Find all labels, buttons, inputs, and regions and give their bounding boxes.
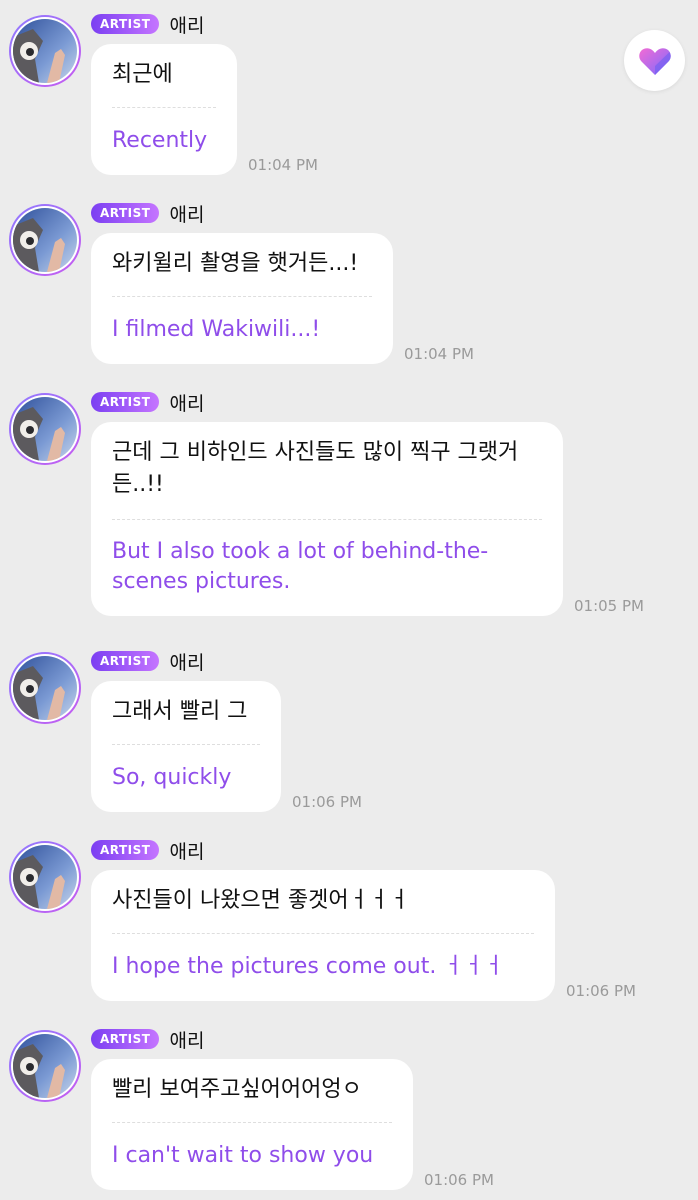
avatar[interactable]: [9, 652, 81, 724]
message-item: ARTIST 애리 빨리 보여주고싶어어어엉ㅇ I can't wait to …: [0, 1015, 698, 1200]
message-bubble[interactable]: 빨리 보여주고싶어어어엉ㅇ I can't wait to show you: [91, 1059, 413, 1190]
artist-badge: ARTIST: [91, 392, 160, 412]
timestamp: 01:04 PM: [248, 156, 318, 174]
avatar[interactable]: [9, 204, 81, 276]
timestamp: 01:04 PM: [404, 345, 474, 363]
original-text: 그래서 빨리 그: [112, 699, 248, 724]
timestamp: 01:06 PM: [424, 1171, 494, 1189]
message-bubble[interactable]: 와키윌리 촬영을 햇거든...! I filmed Wakiwili...!: [91, 233, 393, 364]
translation-divider: [112, 519, 542, 520]
avatar-photo: [13, 19, 77, 83]
sender-name: 애리: [169, 651, 205, 674]
avatar[interactable]: [9, 393, 81, 465]
chat-screen: ARTIST 애리 최근에 Recently 01:04 PM ARTIST 애…: [0, 0, 698, 1200]
sender-row: ARTIST 애리: [91, 839, 205, 863]
translation-text: Recently: [112, 128, 208, 153]
avatar-photo: [13, 845, 77, 909]
timestamp: 01:06 PM: [566, 982, 636, 1000]
avatar[interactable]: [9, 15, 81, 87]
translation-text: I hope the pictures come out. ㅓㅓㅓ: [112, 954, 505, 979]
translation-text: So, quickly: [112, 765, 232, 790]
original-text: 와키윌리 촬영을 햇거든...!: [112, 251, 359, 276]
sender-row: ARTIST 애리: [91, 650, 205, 674]
avatar[interactable]: [9, 1030, 81, 1102]
avatar-photo: [13, 208, 77, 272]
sender-row: ARTIST 애리: [91, 391, 205, 415]
message-item: ARTIST 애리 그래서 빨리 그 So, quickly 01:06 PM: [0, 637, 698, 827]
sender-name: 애리: [169, 840, 205, 863]
message-bubble[interactable]: 최근에 Recently: [91, 44, 237, 175]
sender-name: 애리: [169, 392, 205, 415]
translation-text-line: scenes pictures.: [112, 569, 291, 594]
message-bubble[interactable]: 근데 그 비하인드 사진들도 많이 찍구 그랫거 든..!! But I als…: [91, 422, 563, 616]
heart-icon: [638, 47, 671, 75]
translation-text: I filmed Wakiwili...!: [112, 317, 321, 342]
artist-badge: ARTIST: [91, 1029, 160, 1049]
translation-text: I can't wait to show you: [112, 1143, 374, 1168]
translation-divider: [112, 296, 372, 297]
message-item: ARTIST 애리 와키윌리 촬영을 햇거든...! I filmed Waki…: [0, 189, 698, 379]
artist-badge: ARTIST: [91, 840, 160, 860]
original-text: 사진들이 나왔으면 좋겟어ㅓㅓㅓ: [112, 888, 410, 913]
translation-divider: [112, 1122, 392, 1123]
message-item: ARTIST 애리 근데 그 비하인드 사진들도 많이 찍구 그랫거 든..!!…: [0, 378, 698, 628]
original-text-line: 근데 그 비하인드 사진들도 많이 찍구 그랫거: [112, 440, 519, 465]
heart-button[interactable]: [624, 30, 685, 91]
sender-row: ARTIST 애리: [91, 13, 205, 37]
artist-badge: ARTIST: [91, 203, 160, 223]
message-item: ARTIST 애리 사진들이 나왔으면 좋겟어ㅓㅓㅓ I hope the pi…: [0, 826, 698, 1016]
translation-divider: [112, 107, 216, 108]
sender-row: ARTIST 애리: [91, 202, 205, 226]
artist-badge: ARTIST: [91, 14, 160, 34]
original-text: 최근에: [112, 62, 173, 87]
translation-divider: [112, 744, 260, 745]
sender-row: ARTIST 애리: [91, 1028, 205, 1052]
sender-name: 애리: [169, 203, 205, 226]
original-text: 빨리 보여주고싶어어어엉ㅇ: [112, 1077, 362, 1102]
avatar[interactable]: [9, 841, 81, 913]
message-bubble[interactable]: 그래서 빨리 그 So, quickly: [91, 681, 281, 812]
original-text-line: 든..!!: [112, 472, 164, 497]
message-item: ARTIST 애리 최근에 Recently 01:04 PM: [0, 0, 698, 190]
timestamp: 01:05 PM: [574, 597, 644, 615]
translation-divider: [112, 933, 534, 934]
sender-name: 애리: [169, 14, 205, 37]
artist-badge: ARTIST: [91, 651, 160, 671]
message-bubble[interactable]: 사진들이 나왔으면 좋겟어ㅓㅓㅓ I hope the pictures com…: [91, 870, 555, 1001]
timestamp: 01:06 PM: [292, 793, 362, 811]
avatar-photo: [13, 656, 77, 720]
avatar-photo: [13, 397, 77, 461]
sender-name: 애리: [169, 1029, 205, 1052]
avatar-photo: [13, 1034, 77, 1098]
translation-text-line: But I also took a lot of behind-the-: [112, 539, 489, 564]
